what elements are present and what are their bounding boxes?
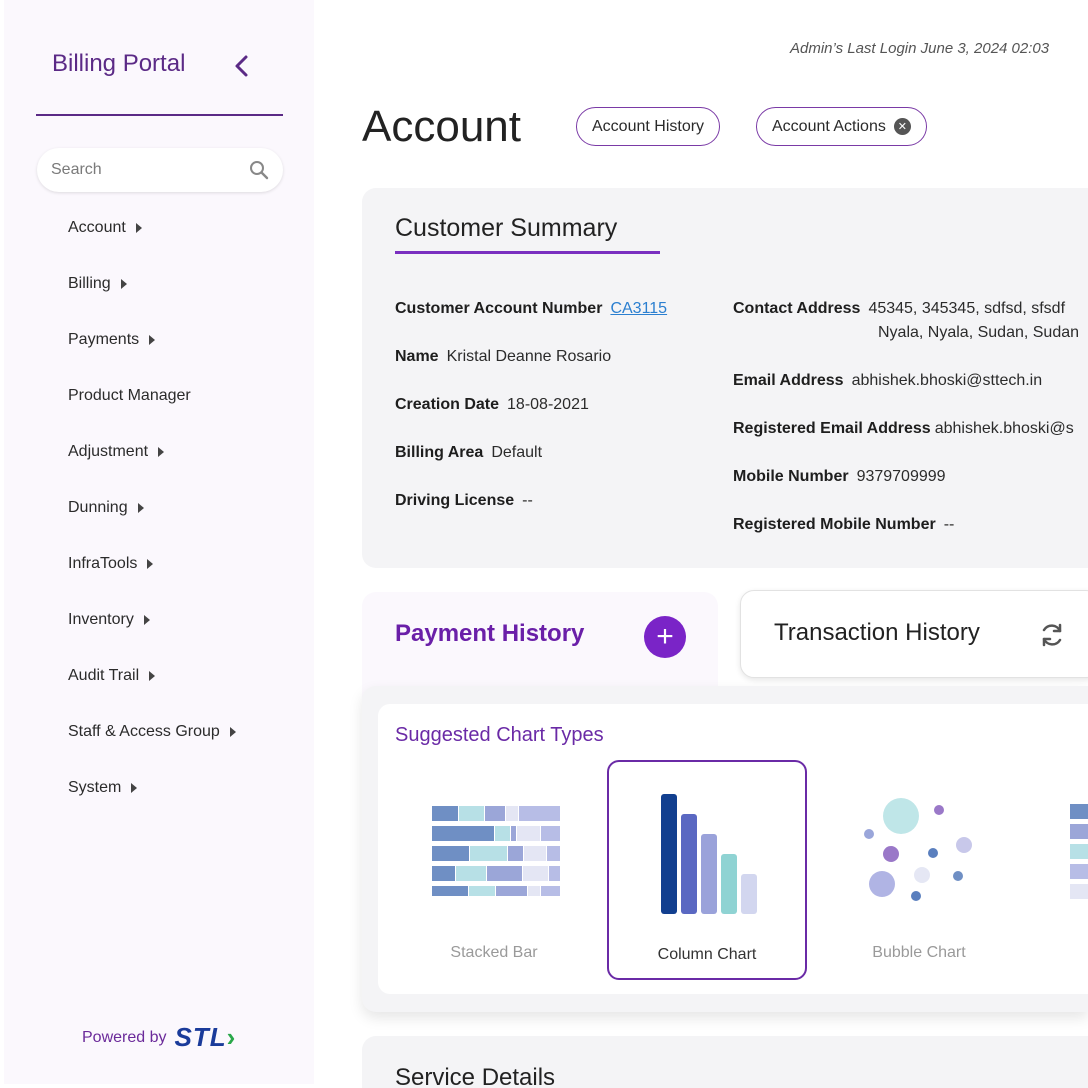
add-payment-button[interactable]: + [644,616,686,658]
account-history-chip[interactable]: Account History [576,107,721,146]
field-email-address: Email Address abhishek.bhoski@sttech.in [733,372,1043,389]
chart-types-card: Suggested Chart Types Stacked Bar Column… [378,704,1088,994]
sidebar-item-label: Payments [68,331,140,348]
summary-title: Customer Summary [395,214,618,242]
sidebar-item-label: Billing [68,275,111,292]
chip-label: Account Actions [772,117,886,135]
sidebar-item-label: Inventory [68,611,134,628]
caret-right-icon [229,727,236,737]
column-chart-icon [661,794,757,914]
last-login-info: Admin’s Last Login June 3, 2024 02:03 [790,40,1050,57]
sidebar-item-dunning[interactable]: Dunning [68,480,236,536]
sidebar-item-label: Staff & Access Group [68,723,220,740]
chevron-left-icon[interactable] [230,52,254,80]
brand-title: Billing Portal [52,50,186,77]
caret-right-icon [143,615,150,625]
sidebar-item-account[interactable]: Account [68,200,236,256]
field-account-number: Customer Account Number CA3115 [395,300,668,317]
transaction-history-tab[interactable]: Transaction History [740,590,1088,678]
payment-history-title: Payment History [395,620,585,647]
chart-types-panel: Suggested Chart Types Stacked Bar Column… [362,686,1088,1012]
brand-divider [36,114,283,116]
sidebar-item-label: System [68,779,122,796]
account-number-link[interactable]: CA3115 [610,300,667,317]
sidebar-nav: Account Billing Payments Product Manager… [68,200,236,816]
sidebar-item-adjustment[interactable]: Adjustment [68,424,236,480]
sidebar-item-label: Audit Trail [68,667,140,684]
refresh-icon[interactable] [1039,622,1065,648]
sidebar-item-audit-trail[interactable]: Audit Trail [68,648,236,704]
stacked-bar-chart-icon [432,806,560,896]
sidebar-item-label: Account [68,219,126,236]
caret-right-icon [149,335,156,345]
account-actions-chip[interactable]: Account Actions ✕ [756,107,927,146]
field-registered-email: Registered Email Address abhishek.bhoski@… [733,420,1074,437]
transaction-history-title: Transaction History [774,619,980,646]
sidebar-item-infratools[interactable]: InfraTools [68,536,236,592]
caret-right-icon [149,671,156,681]
field-contact-address: Contact Address 45345, 345345, sdfsd, sfs… [733,300,1080,341]
summary-underline [395,251,660,254]
search-icon[interactable] [249,160,269,180]
powered-by: Powered by STL› [82,1022,236,1053]
field-billing-area: Billing Area Default [395,444,543,461]
plus-icon: + [656,620,674,653]
caret-right-icon [131,783,138,793]
field-name: Name Kristal Deanne Rosario [395,348,612,365]
sidebar-item-inventory[interactable]: Inventory [68,592,236,648]
stl-logo: STL› [174,1022,237,1052]
caret-right-icon [147,559,154,569]
page-title: Account [362,102,521,151]
customer-summary-panel: Customer Summary Customer Account Number… [362,188,1088,568]
sidebar-item-product-manager[interactable]: Product Manager [68,368,236,424]
chart-types-heading: Suggested Chart Types [395,724,604,746]
field-mobile-number: Mobile Number 9379709999 [733,468,946,485]
sidebar-item-payments[interactable]: Payments [68,312,236,368]
sidebar-item-label: Product Manager [68,387,191,404]
bubble-chart-icon [864,798,972,901]
powered-by-label: Powered by [82,1028,167,1046]
chart-type-label: Bubble Chart [872,944,966,961]
caret-right-icon [120,279,127,289]
chart-type-label: Column Chart [657,946,757,963]
field-creation-date: Creation Date 18-08-2021 [395,396,589,413]
caret-right-icon [158,447,165,457]
chart-type-label: Stacked Bar [450,944,538,961]
caret-right-icon [137,503,144,513]
partial-chart-icon [1070,804,1088,899]
service-details-title: Service Details [395,1064,556,1088]
sidebar-item-label: Adjustment [68,443,149,460]
field-registered-mobile: Registered Mobile Number -- [733,516,955,533]
search-input[interactable] [51,161,241,179]
close-icon[interactable]: ✕ [893,118,911,135]
chart-type-column-chart[interactable]: Column Chart [607,760,807,980]
sidebar-item-staff-access-group[interactable]: Staff & Access Group [68,704,236,760]
sidebar-item-label: Dunning [68,499,128,516]
chart-type-bubble-chart[interactable]: Bubble Chart [819,760,1019,980]
sidebar-item-label: InfraTools [68,555,138,572]
chip-label: Account History [592,117,705,135]
search-box [37,148,283,192]
field-driving-license: Driving License -- [395,492,533,509]
caret-right-icon [135,223,142,233]
sidebar: Billing Portal Account Billing Payments … [4,0,314,1084]
sidebar-item-system[interactable]: System [68,760,236,816]
sidebar-item-billing[interactable]: Billing [68,256,236,312]
service-details-panel: Service Details [362,1036,1088,1088]
chart-type-stacked-bar[interactable]: Stacked Bar [394,760,594,980]
